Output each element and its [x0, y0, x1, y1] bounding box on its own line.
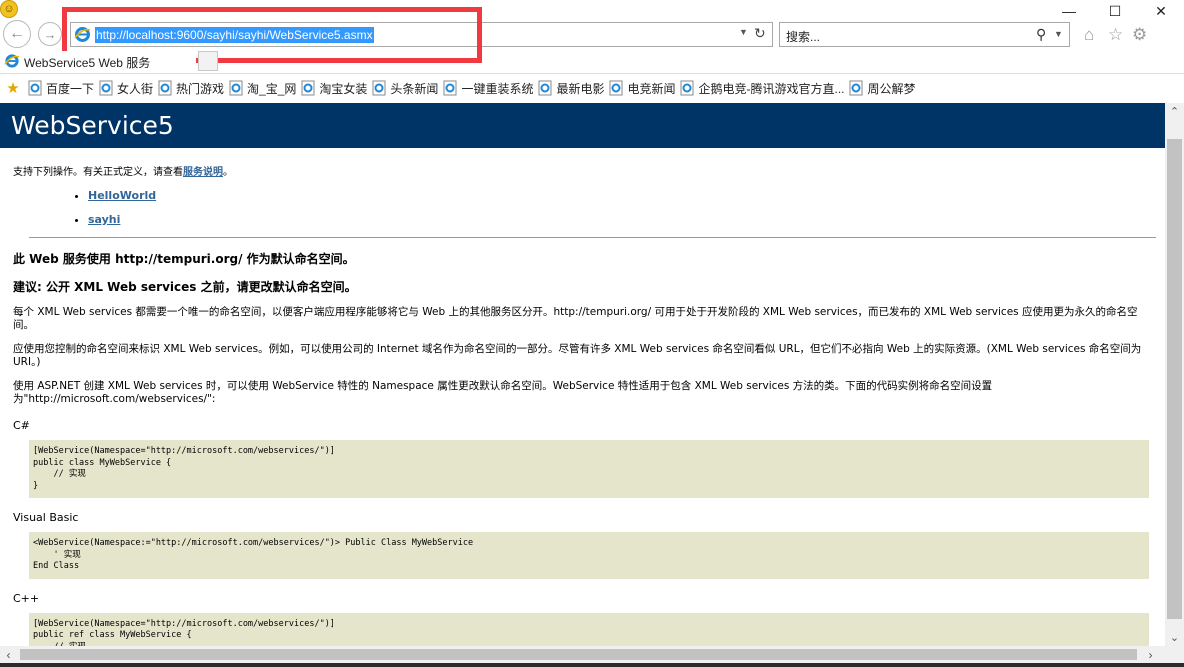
- forward-button[interactable]: →: [38, 22, 62, 46]
- favorite-item[interactable]: 淘宝女装: [301, 80, 367, 97]
- favorite-item[interactable]: 热门游戏: [158, 80, 224, 97]
- minimize-button[interactable]: —: [1046, 0, 1092, 22]
- horizontal-scrollbar[interactable]: ‹ ›: [0, 646, 1165, 663]
- page-viewport: WebService5 支持下列操作。有关正式定义，请查看服务说明。 Hello…: [0, 103, 1165, 646]
- window-bottom-edge: [0, 663, 1184, 667]
- maximize-button[interactable]: ☐: [1092, 0, 1138, 22]
- ie-page-icon: [609, 80, 623, 96]
- ie-page-icon: [229, 80, 243, 96]
- code-block-vb: <WebService(Namespace:="http://microsoft…: [29, 532, 1149, 579]
- code-language-label: C#: [13, 419, 30, 432]
- tab-webservice5[interactable]: WebService5 Web 服务: [0, 51, 196, 72]
- intro-text: 支持下列操作。有关正式定义，请查看服务说明。: [13, 167, 233, 178]
- ie-page-icon: [99, 80, 113, 96]
- favorite-item[interactable]: 周公解梦: [849, 80, 916, 97]
- arrow-right-icon: →: [43, 26, 57, 42]
- window-controls: — ☐ ✕: [1046, 0, 1184, 22]
- ie-page-icon: [680, 80, 694, 96]
- vertical-scrollbar[interactable]: ⌃ ⌄: [1165, 103, 1184, 646]
- arrow-left-icon: ←: [9, 25, 25, 42]
- paragraph-2: 应使用您控制的命名空间来标识 XML Web services。例如，可以使用公…: [13, 343, 1142, 368]
- ie-page-icon: [849, 80, 863, 96]
- paragraph-3: 使用 ASP.NET 创建 XML Web services 时，可以使用 We…: [13, 380, 993, 405]
- ie-page-icon: [443, 80, 457, 96]
- tab-title: WebService5 Web 服务: [24, 56, 151, 70]
- tab-divider: [0, 73, 1184, 74]
- scroll-right-icon[interactable]: ›: [1142, 646, 1159, 663]
- favorite-item[interactable]: 头条新闻: [372, 80, 438, 97]
- search-icon[interactable]: ⚲: [1036, 26, 1046, 43]
- vertical-scroll-thumb[interactable]: [1167, 139, 1182, 619]
- code-block-csharp: [WebService(Namespace="http://microsoft.…: [29, 440, 1149, 498]
- list-item: sayhi: [88, 213, 1157, 226]
- new-tab-button[interactable]: [198, 51, 218, 71]
- ie-page-icon: [372, 80, 386, 96]
- favorites-bar: ★ 百度一下 女人街 热门游戏 淘_宝_网 淘宝女装 头条新闻 一键重装系统 最…: [0, 78, 916, 98]
- search-input[interactable]: 搜索...: [786, 28, 820, 45]
- close-button[interactable]: ✕: [1138, 0, 1184, 22]
- code-language-label: C++: [13, 591, 40, 605]
- scroll-left-icon[interactable]: ‹: [0, 646, 17, 663]
- favorite-item[interactable]: 女人街: [99, 80, 153, 97]
- ie-page-icon: [301, 80, 315, 96]
- recommendation-heading: 建议: 公开 XML Web services 之前，请更改默认命名空间。: [13, 280, 357, 294]
- search-dropdown-icon[interactable]: ▼: [1054, 29, 1063, 39]
- search-box[interactable]: 搜索... ⚲ ▼: [779, 22, 1070, 47]
- code-block-cpp: [WebService(Namespace="http://microsoft.…: [29, 612, 1149, 646]
- divider: [29, 237, 1156, 238]
- ie-page-icon: [538, 80, 552, 96]
- paragraph-1: 每个 XML Web services 都需要一个唯一的命名空间，以便客户端应用…: [13, 306, 1138, 331]
- scroll-up-icon[interactable]: ⌃: [1165, 103, 1184, 120]
- page-content: 支持下列操作。有关正式定义，请查看服务说明。 HelloWorld sayhi …: [0, 163, 1165, 646]
- list-item: HelloWorld: [88, 189, 1157, 202]
- service-description-link[interactable]: 服务说明: [183, 167, 223, 178]
- refresh-icon[interactable]: ↻: [754, 25, 766, 42]
- page-title: WebService5: [0, 103, 1165, 148]
- ie-page-icon: [158, 80, 172, 96]
- favorite-item[interactable]: 百度一下: [28, 80, 94, 97]
- favorite-item[interactable]: 电竞新闻: [609, 80, 675, 97]
- favorites-add-star-icon[interactable]: ★: [3, 79, 23, 97]
- favorites-star-icon[interactable]: ☆: [1108, 25, 1123, 45]
- ie-page-icon: [28, 80, 42, 96]
- home-icon[interactable]: ⌂: [1084, 25, 1094, 45]
- operation-link-sayhi[interactable]: sayhi: [88, 213, 120, 226]
- code-language-label: Visual Basic: [13, 511, 79, 524]
- scroll-down-icon[interactable]: ⌄: [1165, 629, 1184, 646]
- operation-link-helloworld[interactable]: HelloWorld: [88, 189, 156, 202]
- back-button[interactable]: ←: [3, 20, 31, 48]
- gear-icon[interactable]: ⚙: [1132, 25, 1147, 45]
- horizontal-scroll-thumb[interactable]: [20, 649, 1137, 660]
- favorite-item[interactable]: 一键重装系统: [443, 80, 533, 97]
- chevron-down-icon[interactable]: ▼: [739, 27, 748, 37]
- feedback-smiley-icon[interactable]: ☺: [0, 0, 18, 18]
- favorite-item[interactable]: 淘_宝_网: [229, 80, 296, 97]
- favorite-item[interactable]: 最新电影: [538, 80, 604, 97]
- ie-tab-icon: [4, 54, 20, 68]
- scrollbar-corner: [1165, 646, 1184, 663]
- namespace-heading: 此 Web 服务使用 http://tempuri.org/ 作为默认命名空间。: [13, 252, 355, 266]
- browser-chrome: — ☐ ✕ ← → http://localhost:9600/sayhi/sa…: [0, 0, 1184, 103]
- operations-list: HelloWorld sayhi: [88, 189, 1157, 226]
- favorite-item[interactable]: 企鹅电竞-腾讯游戏官方直...: [680, 80, 844, 97]
